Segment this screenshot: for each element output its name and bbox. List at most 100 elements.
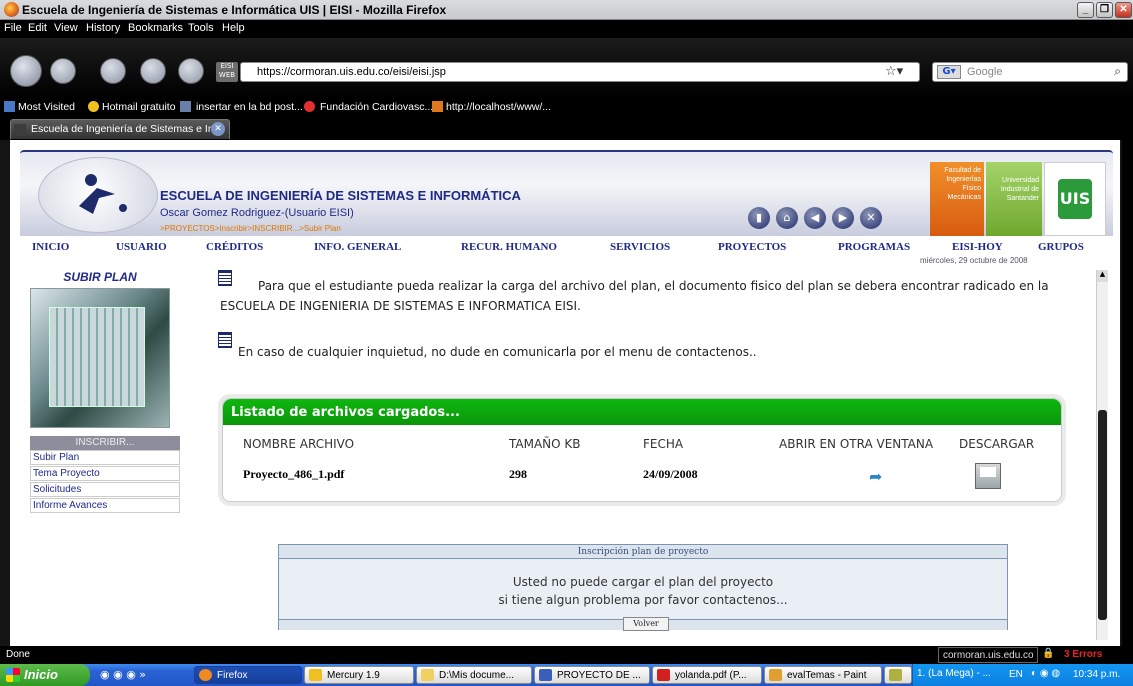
menu-proyectos[interactable]: PROYECTOS [718, 241, 786, 253]
uis-logo[interactable]: UIS [1044, 162, 1106, 236]
back-icon[interactable] [10, 55, 42, 87]
minimize-button[interactable]: _ [1077, 2, 1094, 18]
start-label[interactable]: Inicio [24, 667, 58, 682]
menu-file[interactable]: File [4, 22, 22, 34]
forward-icon[interactable] [50, 58, 76, 84]
reload-icon[interactable] [100, 58, 126, 84]
tray-icons[interactable]: ◐ ◉ ◍ [1031, 668, 1060, 679]
start-button[interactable]: Inicio [0, 664, 90, 686]
menu-tools[interactable]: Tools [188, 22, 214, 34]
menu-view[interactable]: View [54, 22, 78, 34]
search-box[interactable]: G▾ Google ⌕ [932, 62, 1128, 82]
clock[interactable]: 10:34 p.m. [1073, 669, 1120, 680]
browser-scrollbar[interactable] [1122, 140, 1133, 646]
close-nav-icon[interactable]: ✕ [860, 207, 882, 229]
menu-inicio[interactable]: INICIO [32, 241, 69, 253]
close-button[interactable]: ✕ [1115, 2, 1132, 18]
search-placeholder[interactable]: Google [967, 66, 1002, 78]
tab-eisi[interactable]: Escuela de Ingeniería de Sistemas e In..… [10, 119, 230, 139]
window-title: Escuela de Ingeniería de Sistemas e Info… [22, 3, 447, 17]
taskbar-paint[interactable]: evalTemas - Paint [764, 666, 882, 684]
home-icon[interactable] [178, 58, 204, 84]
stop-icon[interactable] [140, 58, 166, 84]
menu-info-general[interactable]: INFO. GENERAL [314, 241, 401, 253]
open-new-window-icon[interactable]: ➦ [869, 467, 882, 486]
menu-help[interactable]: Help [222, 22, 245, 34]
forward-nav-icon[interactable]: ▶ [832, 207, 854, 229]
sidebar-link-subir-plan[interactable]: Subir Plan [30, 450, 180, 465]
column-header-download: DESCARGAR [959, 437, 1035, 451]
menu-creditos[interactable]: CRÉDITOS [206, 241, 263, 253]
file-name: Proyecto_486_1.pdf [243, 467, 345, 481]
pdf-icon [657, 669, 670, 681]
restore-button[interactable]: ❐ [1096, 2, 1113, 18]
firefox-icon [4, 2, 19, 17]
document-nav-icon[interactable]: ▮ [748, 207, 770, 229]
breadcrumb[interactable]: >PROYECTOS>Inscribir>INSCRIBIR...>Subir … [160, 224, 341, 233]
status-bar: Done cormoran.uis.edu.co 🔒 3 Errors [0, 646, 1133, 664]
taskbar-folder[interactable]: D:\Mis docume... [416, 666, 532, 684]
scrollbar-thumb[interactable] [1098, 410, 1107, 620]
menu-eisi-hoy[interactable]: EISI-HOY [952, 241, 1003, 253]
inscription-panel: Inscripción plan de proyecto Usted no pu… [278, 544, 1008, 631]
menu-bookmarks[interactable]: Bookmarks [128, 22, 183, 34]
taskbar-mercury-label[interactable]: Mercury 1.9 [327, 670, 380, 681]
taskbar-paint-label[interactable]: evalTemas - Paint [787, 670, 866, 681]
quicklaunch-icons[interactable]: ◉ ◉ ◉ » [100, 668, 146, 681]
taskbar-mercury[interactable]: Mercury 1.9 [304, 666, 414, 684]
windows-logo-icon [6, 668, 20, 682]
status-domain[interactable]: cormoran.uis.edu.co [938, 647, 1038, 663]
winamp-icon [889, 669, 902, 681]
window-title-bar[interactable]: Escuela de Ingeniería de Sistemas e Info… [0, 0, 1133, 20]
taskbar-pdf-label[interactable]: yolanda.pdf (P... [675, 670, 747, 681]
column-header-date: FECHA [643, 437, 684, 451]
menu-grupos[interactable]: GRUPOS [1038, 241, 1084, 253]
menu-servicios[interactable]: SERVICIOS [610, 241, 670, 253]
taskbar-mega[interactable]: 1. (La Mega) - ... [917, 668, 991, 679]
taskbar-firefox-label[interactable]: Firefox [217, 670, 248, 681]
sidebar-link-informe-avances[interactable]: Informe Avances [30, 498, 180, 513]
bookmark-fundacion[interactable]: Fundación Cardiovasc... [320, 101, 433, 113]
file-date: 24/09/2008 [643, 467, 698, 481]
sidebar-link-tema-proyecto[interactable]: Tema Proyecto [30, 466, 180, 481]
taskbar-folder-label[interactable]: D:\Mis docume... [439, 670, 514, 681]
inscription-message-line2: si tiene algun problema por favor contac… [498, 593, 788, 607]
taskbar-firefox[interactable]: Firefox [194, 666, 302, 684]
download-icon[interactable] [975, 463, 1001, 489]
bookmark-hotmail[interactable]: Hotmail gratuito [102, 101, 176, 113]
menu-usuario[interactable]: USUARIO [116, 241, 167, 253]
taskbar-word-label[interactable]: PROYECTO DE ... [557, 670, 641, 681]
google-engine-icon[interactable]: G▾ [937, 65, 961, 79]
url-bar[interactable]: https://cormoran.uis.edu.co/eisi/eisi.js… [240, 62, 920, 82]
lock-icon[interactable]: 🔒 [1042, 648, 1054, 659]
bookmark-insertar[interactable]: insertar en la bd post... [196, 101, 303, 113]
menu-history[interactable]: History [86, 22, 120, 34]
uis-mark: UIS [1058, 179, 1092, 219]
tab-title[interactable]: Escuela de Ingeniería de Sistemas e In..… [31, 123, 222, 135]
menu-recur-humano[interactable]: RECUR. HUMANO [461, 241, 557, 253]
language-indicator[interactable]: EN [1009, 669, 1023, 680]
column-header-size: TAMAÑO KB [509, 437, 581, 451]
menu-edit[interactable]: Edit [28, 22, 47, 34]
page-scrollbar[interactable]: ▲ [1096, 270, 1108, 640]
back-nav-icon[interactable]: ◀ [804, 207, 826, 229]
bookmark-localhost[interactable]: http://localhost/www/... [446, 101, 551, 113]
volver-button[interactable]: Volver [623, 617, 669, 631]
menu-programas[interactable]: PROGRAMAS [838, 241, 910, 253]
taskbar-word[interactable]: PROYECTO DE ... [534, 666, 650, 684]
home-nav-icon[interactable]: ⌂ [776, 207, 798, 229]
sidebar-link-solicitudes[interactable]: Solicitudes [30, 482, 180, 497]
university-logo[interactable]: Universidad Industrial de Santander [986, 162, 1042, 236]
bookmark-star-icon[interactable]: ☆▾ [885, 64, 903, 79]
tab-close-icon[interactable]: ✕ [211, 122, 225, 136]
scroll-up-icon[interactable]: ▲ [1097, 270, 1108, 282]
taskbar-winamp-stub[interactable] [884, 666, 912, 684]
faculty-logo[interactable]: Facultad de Ingenierías Físico Mecánicas [930, 162, 984, 236]
url-text[interactable]: https://cormoran.uis.edu.co/eisi/eisi.js… [257, 66, 446, 78]
bookmark-most-visited[interactable]: Most Visited [18, 101, 75, 113]
menu-bar: File Edit View History Bookmarks Tools H… [0, 20, 1133, 38]
search-icon[interactable]: ⌕ [1114, 64, 1121, 79]
status-errors[interactable]: 3 Errors [1062, 647, 1104, 662]
taskbar-pdf[interactable]: yolanda.pdf (P... [652, 666, 762, 684]
help-paragraph: En caso de cualquier inquietud, no dude … [238, 345, 757, 359]
